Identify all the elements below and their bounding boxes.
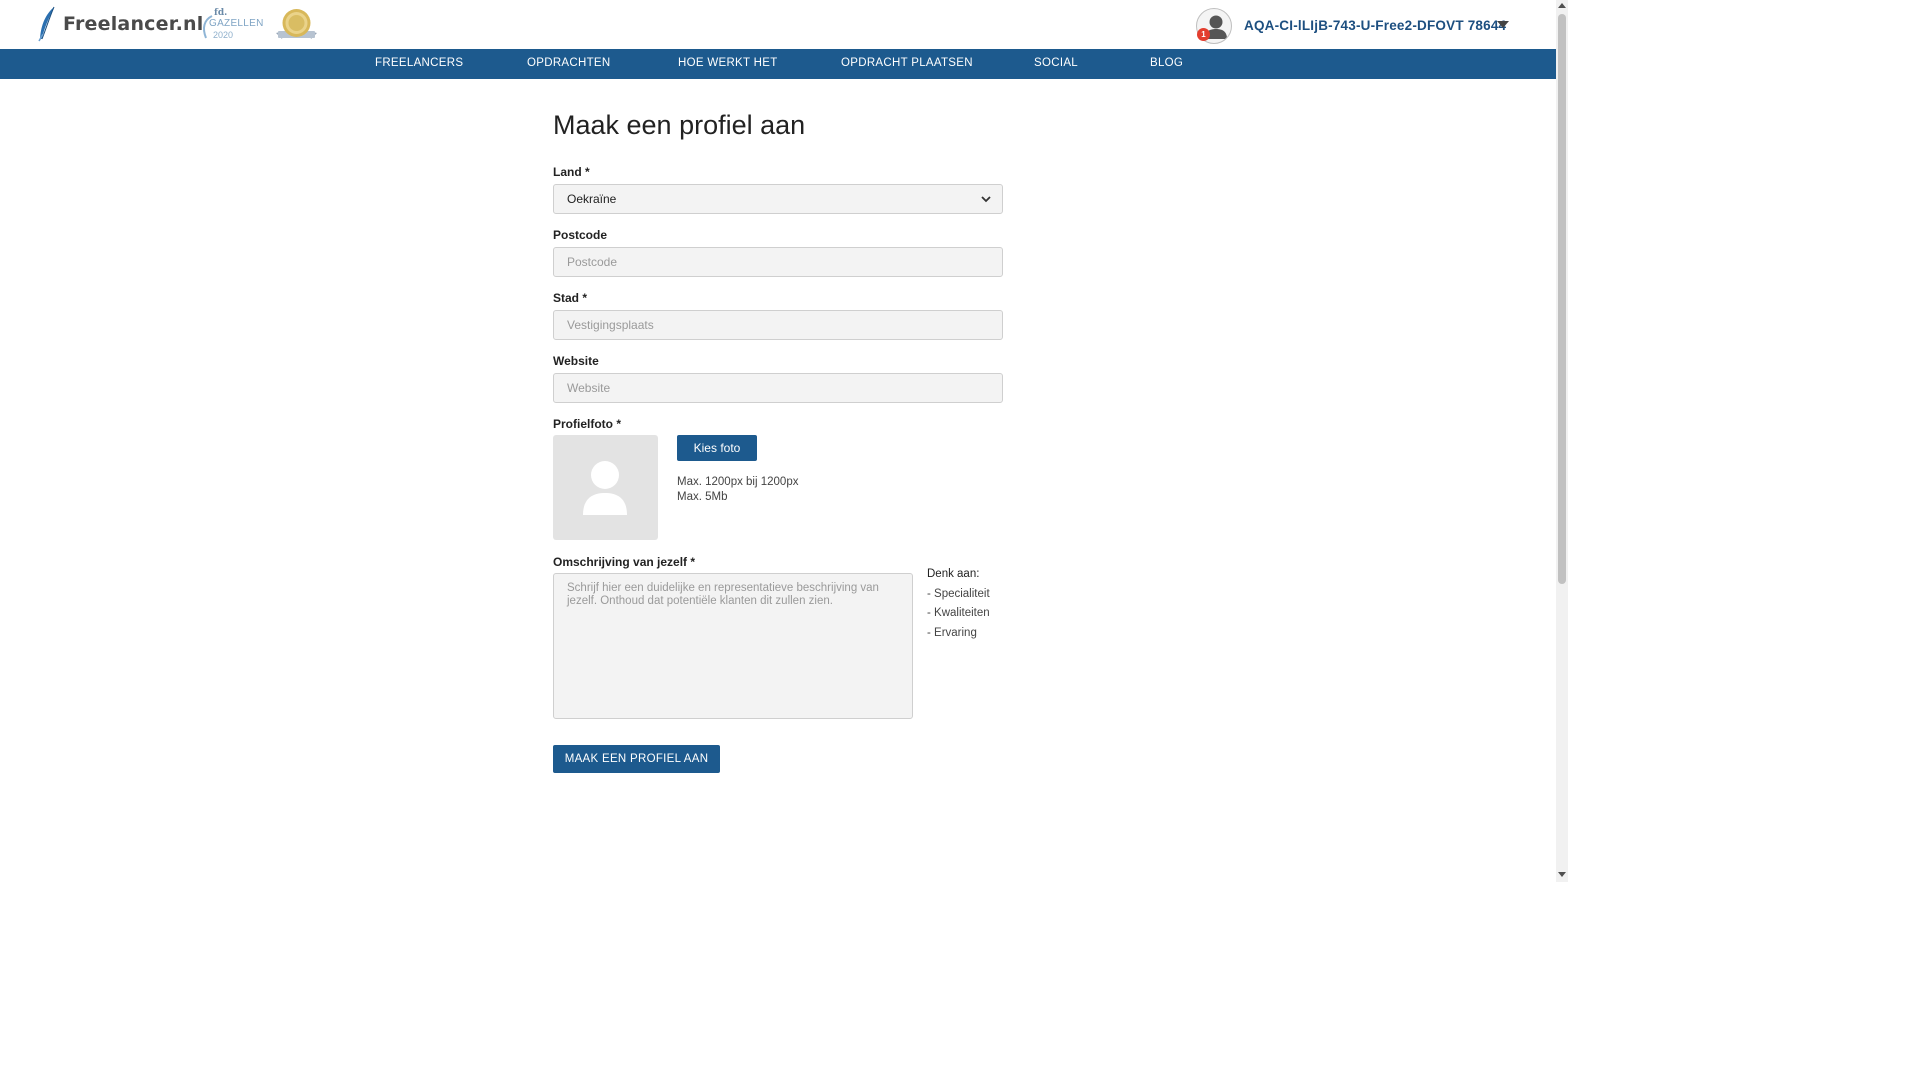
photo-max-size: Max. 1200px bij 1200px [677,476,799,488]
scrollbar-thumb[interactable] [1558,14,1566,584]
caret-down-icon[interactable] [1497,21,1509,28]
stad-input[interactable] [553,310,1003,340]
choose-photo-button[interactable]: Kies foto [677,435,757,461]
main-nav: FREELANCERS OPDRACHTEN HOE WERKT HET OPD… [0,49,1556,79]
land-selected-value: Oekraïne [567,192,617,206]
gazellen-year: 2020 [213,30,234,40]
page-title: Maak een profiel aan [553,110,806,140]
hint-item: - Kwaliteiten [927,607,990,619]
user-name[interactable]: AQA-CI-lLIjB-743-U-Free2-DFOVT 78644 [1244,18,1506,33]
fd-gazellen-award-badge: fd. GAZELLEN 2020 [200,8,263,42]
hint-item: - Specialiteit [927,587,990,600]
photo-requirements: Max. 1200px bij 1200px Max. 5Mb [677,475,798,505]
user-silhouette-icon [583,461,627,515]
land-label: Land * [553,165,590,179]
description-hints: Denk aan: - Specialiteit - Kwaliteiten -… [927,565,990,643]
website-input[interactable] [553,373,1003,403]
postcode-label: Postcode [553,228,608,242]
description-textarea[interactable] [553,573,913,719]
nav-item-opdrachten[interactable]: OPDRACHTEN [527,57,611,69]
omschrijving-label: Omschrijving van jezelf * [553,555,696,569]
postcode-input[interactable] [553,247,1003,277]
create-profile-button[interactable]: MAAK EEN PROFIEL AAN [553,745,720,773]
nav-item-freelancers[interactable]: FREELANCERS [375,57,463,69]
nav-item-hoe-werkt-het[interactable]: HOE WERKT HET [678,57,778,69]
site-header: Freelancer.nl fd. GAZELLEN 2020 1 AQA-CI… [0,0,1556,49]
gold-award-seal-icon [276,9,317,39]
land-select[interactable]: Oekraïne [553,184,1003,214]
chevron-down-icon [981,196,991,203]
notification-badge[interactable]: 1 [1197,28,1210,41]
feather-icon [38,6,55,42]
profile-photo-preview [553,435,658,540]
nav-item-blog[interactable]: BLOG [1150,57,1183,69]
scroll-down-arrow-icon[interactable] [1558,872,1566,877]
hint-item: - Ervaring [927,626,977,639]
nav-item-social[interactable]: SOCIAL [1034,57,1078,69]
site-logo[interactable]: Freelancer.nl [37,6,203,42]
gazellen-brand: fd. [214,8,228,18]
photo-max-weight: Max. 5Mb [677,491,728,503]
nav-item-opdracht-plaatsen[interactable]: OPDRACHT PLAATSEN [841,57,973,69]
gazellen-word: GAZELLEN [209,18,264,29]
profielfoto-label: Profielfoto * [553,417,621,431]
scroll-up-arrow-icon[interactable] [1558,3,1566,8]
logo-text: Freelancer.nl [63,13,204,35]
hints-heading: Denk aan: [927,568,980,580]
stad-label: Stad * [553,291,588,305]
website-label: Website [553,354,599,368]
